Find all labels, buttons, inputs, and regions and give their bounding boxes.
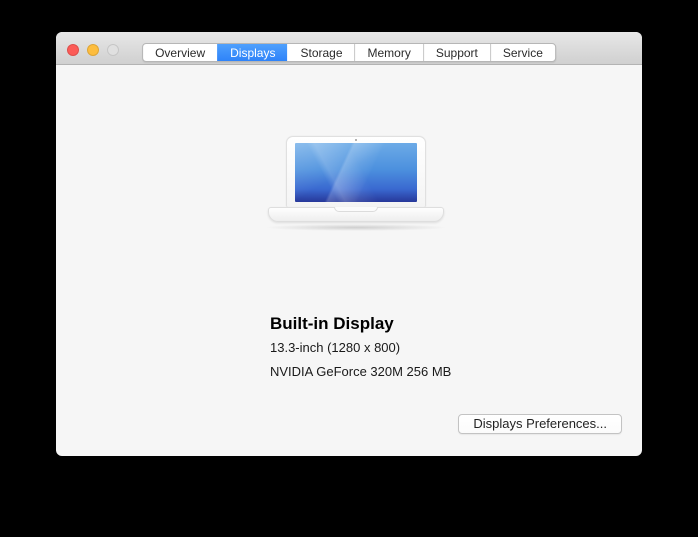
displays-panel: Built-in Display 13.3-inch (1280 x 800) …: [56, 66, 642, 456]
display-graphics: NVIDIA GeForce 320M 256 MB: [270, 364, 452, 379]
displays-preferences-button[interactable]: Displays Preferences...: [458, 414, 622, 434]
trackpad-notch: [334, 207, 378, 212]
titlebar[interactable]: Overview Displays Storage Memory Support…: [56, 32, 642, 65]
tab-displays[interactable]: Displays: [217, 44, 288, 61]
macbook-shadow: [264, 224, 448, 231]
about-this-mac-window: Overview Displays Storage Memory Support…: [56, 32, 642, 456]
display-title: Built-in Display: [270, 314, 394, 333]
macbook-base: [268, 207, 444, 222]
tab-bar: Overview Displays Storage Memory Support…: [142, 43, 556, 62]
tab-storage[interactable]: Storage: [287, 44, 354, 61]
minimize-button[interactable]: [87, 44, 99, 56]
window-controls: [67, 44, 119, 56]
camera-icon: [355, 139, 357, 141]
tab-memory[interactable]: Memory: [354, 44, 423, 61]
macbook-lid: [286, 136, 426, 207]
display-size-resolution: 13.3-inch (1280 x 800): [270, 340, 401, 355]
close-button[interactable]: [67, 44, 79, 56]
zoom-button[interactable]: [107, 44, 119, 56]
macbook-image: [264, 136, 448, 232]
macbook-screen-wallpaper: [295, 143, 417, 202]
tab-overview[interactable]: Overview: [143, 44, 217, 61]
tab-support[interactable]: Support: [422, 44, 490, 61]
tab-service[interactable]: Service: [489, 44, 555, 61]
